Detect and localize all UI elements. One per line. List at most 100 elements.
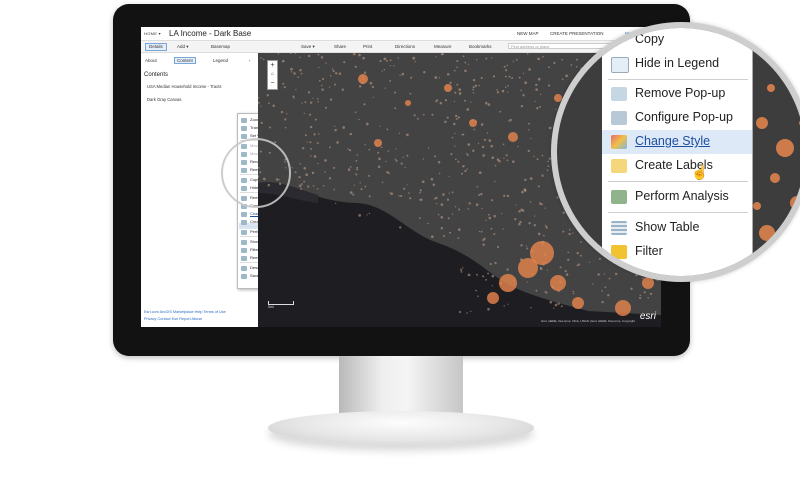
menu-item-show-table[interactable]: Show Table <box>602 216 752 240</box>
menu-item-label: Configure Pop-up <box>635 110 733 124</box>
map-dot <box>481 207 483 210</box>
bookmarks-button[interactable]: Bookmarks <box>469 44 492 49</box>
map-dot <box>311 172 314 175</box>
map-dot <box>462 55 465 58</box>
tab-legend[interactable]: Legend <box>213 58 228 63</box>
map-dot <box>320 56 324 59</box>
map-dot <box>305 173 309 177</box>
map-dot <box>400 195 403 198</box>
map-dot <box>292 95 295 98</box>
map-dot <box>489 262 492 266</box>
details-button[interactable]: Details <box>145 43 167 51</box>
magnified-dot <box>756 117 768 129</box>
map-dot <box>524 189 527 192</box>
home-breadcrumb[interactable]: HOME ▾ <box>144 31 161 36</box>
magnified-dot <box>753 202 761 210</box>
directions-button[interactable]: Directions <box>395 44 415 49</box>
map-dot <box>285 113 288 115</box>
menu-item-icon <box>241 255 247 261</box>
map-dot <box>547 84 551 87</box>
map-dot <box>649 292 653 296</box>
map-dot <box>557 302 560 305</box>
zoom-in-button[interactable]: + <box>268 61 277 70</box>
map-dot <box>457 160 460 163</box>
map-dot <box>349 166 352 168</box>
map-dot <box>383 68 386 71</box>
map-dot <box>328 146 331 149</box>
map-dot <box>522 94 525 97</box>
measure-button[interactable]: Measure <box>434 44 452 49</box>
menu-item-configure-popup[interactable]: Configure Pop-up <box>602 106 752 130</box>
map-dot <box>336 141 339 144</box>
save-button[interactable]: Save ▾ <box>301 44 315 50</box>
map-dot <box>483 237 486 240</box>
map-dot <box>334 72 338 75</box>
map-dot <box>496 158 500 161</box>
map-dot <box>478 230 481 233</box>
home-extent-icon[interactable]: ⌂ <box>268 70 277 79</box>
menu-item-perform-analysis[interactable]: Perform Analysis <box>602 185 752 209</box>
show-table-icon <box>611 221 627 235</box>
map-dot <box>317 101 319 103</box>
map-dot <box>368 212 371 215</box>
map-dot <box>282 59 285 63</box>
footer-links-2[interactable]: Privacy Contact Esri Report Abuse <box>144 317 202 321</box>
map-dot <box>490 144 493 148</box>
share-button[interactable]: Share <box>334 44 346 49</box>
map-dot <box>478 193 481 196</box>
map-dot <box>307 54 311 58</box>
map-dot <box>607 294 610 297</box>
layer-item-basemap[interactable]: Dark Gray Canvas <box>147 97 181 102</box>
map-dot <box>343 61 346 64</box>
map-dot <box>630 287 633 290</box>
map-dot <box>438 172 441 175</box>
map-dot <box>522 72 525 74</box>
map-dot <box>467 63 470 65</box>
zoom-out-button[interactable]: − <box>268 79 277 88</box>
map-dot <box>529 177 533 180</box>
menu-item-create-labels[interactable]: Create Labels <box>602 154 752 178</box>
menu-item-copy[interactable]: Copy <box>602 28 752 52</box>
menu-item-remove-popup[interactable]: Remove Pop-up <box>602 82 752 106</box>
layer-item-income[interactable]: USA Median Household Income - Tracts <box>147 84 235 89</box>
map-dot <box>503 194 506 197</box>
map-dot <box>507 91 509 93</box>
map-dot <box>446 73 450 76</box>
print-button[interactable]: Print <box>363 44 372 49</box>
map-dot <box>517 145 519 148</box>
close-icon[interactable]: ‹ <box>249 58 251 63</box>
map-dot <box>298 175 301 179</box>
menu-item-icon <box>241 133 247 139</box>
add-button[interactable]: Add ▾ <box>177 44 189 50</box>
map-dot <box>379 125 381 127</box>
map-dot <box>419 191 421 194</box>
tab-about[interactable]: About <box>145 58 157 63</box>
map-dot <box>277 53 280 55</box>
map-dot <box>334 83 337 86</box>
map-dot <box>548 126 552 130</box>
footer-links[interactable]: Esri.com ArcGIS Marketplace Help Terms o… <box>144 310 226 314</box>
map-dot <box>439 101 443 105</box>
map-dot <box>406 184 408 186</box>
map-dot <box>446 198 450 201</box>
map-dot <box>364 185 367 188</box>
map-dot <box>309 101 313 104</box>
map-dot <box>377 151 380 154</box>
map-dot <box>458 208 461 211</box>
map-dot <box>493 233 496 236</box>
map-dot <box>536 158 539 161</box>
tab-content[interactable]: Content <box>174 57 196 64</box>
map-dot <box>422 113 425 116</box>
basemap-button[interactable]: Basemap <box>211 44 230 49</box>
map-dot <box>385 59 388 62</box>
map-dot <box>299 69 302 72</box>
new-map-link[interactable]: NEW MAP <box>517 31 539 36</box>
menu-item-filter[interactable]: Filter <box>602 240 752 264</box>
menu-item-change-style[interactable]: Change Style <box>602 130 752 154</box>
map-dot <box>412 56 416 60</box>
map-dot <box>453 122 456 126</box>
menu-item-hide-in-legend[interactable]: Hide in Legend <box>602 52 752 76</box>
map-dot <box>526 247 529 250</box>
legend-icon <box>611 57 629 73</box>
magnified-dot <box>784 243 794 253</box>
